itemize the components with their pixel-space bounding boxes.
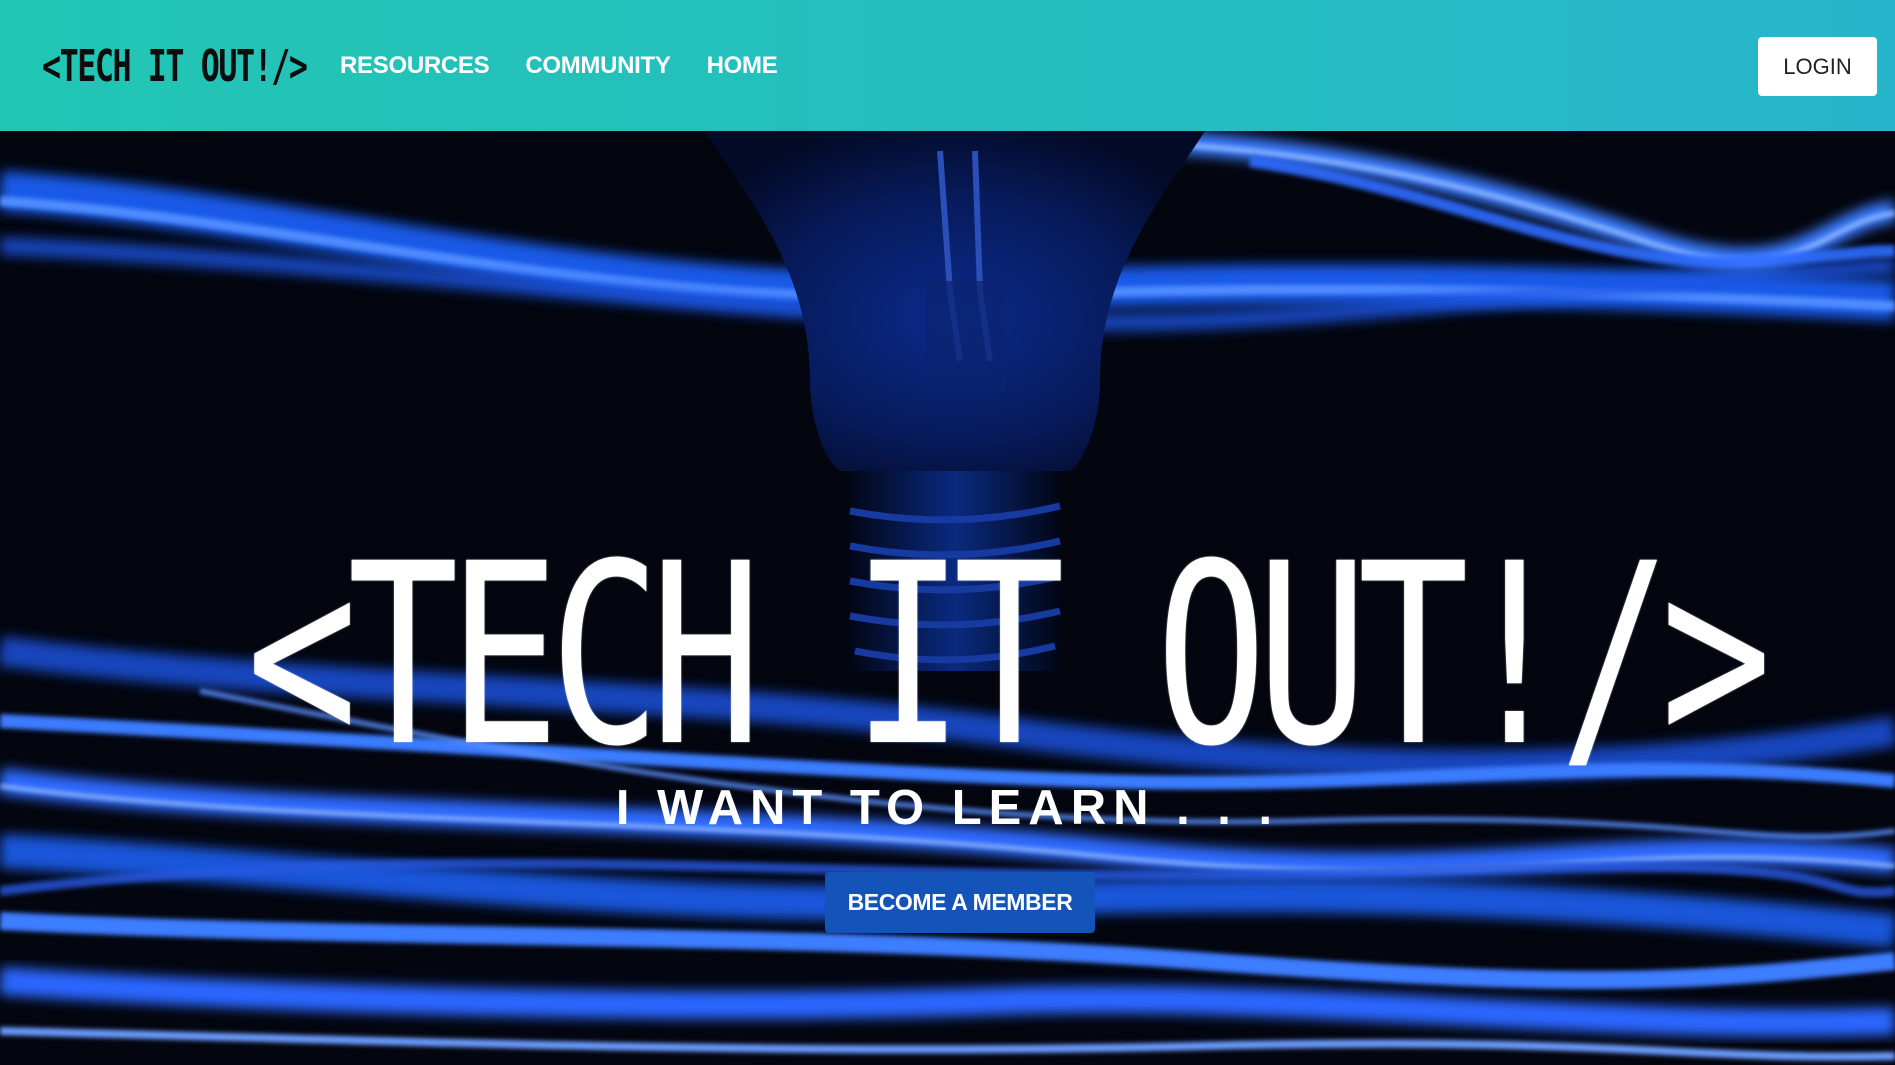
login-button[interactable]: LOGIN <box>1758 37 1877 96</box>
nav-link-community[interactable]: COMMUNITY <box>525 48 671 84</box>
navbar: <TECH IT OUT!/> RESOURCES COMMUNITY HOME… <box>0 0 1895 131</box>
hero-section: <TECH IT OUT!/> I WANT TO LEARN . . . BE… <box>0 131 1895 1065</box>
become-member-button[interactable]: BECOME A MEMBER <box>825 872 1095 933</box>
nav-links: RESOURCES COMMUNITY HOME <box>340 48 778 84</box>
nav-link-home[interactable]: HOME <box>707 48 778 84</box>
hero-subtitle: I WANT TO LEARN . . . <box>615 781 1280 835</box>
nav-link-resources[interactable]: RESOURCES <box>340 48 490 84</box>
page: <TECH IT OUT!/> RESOURCES COMMUNITY HOME… <box>0 0 1895 1065</box>
hero-title: <TECH IT OUT!/> <box>246 510 1772 801</box>
brand-logo[interactable]: <TECH IT OUT!/> <box>42 36 308 96</box>
